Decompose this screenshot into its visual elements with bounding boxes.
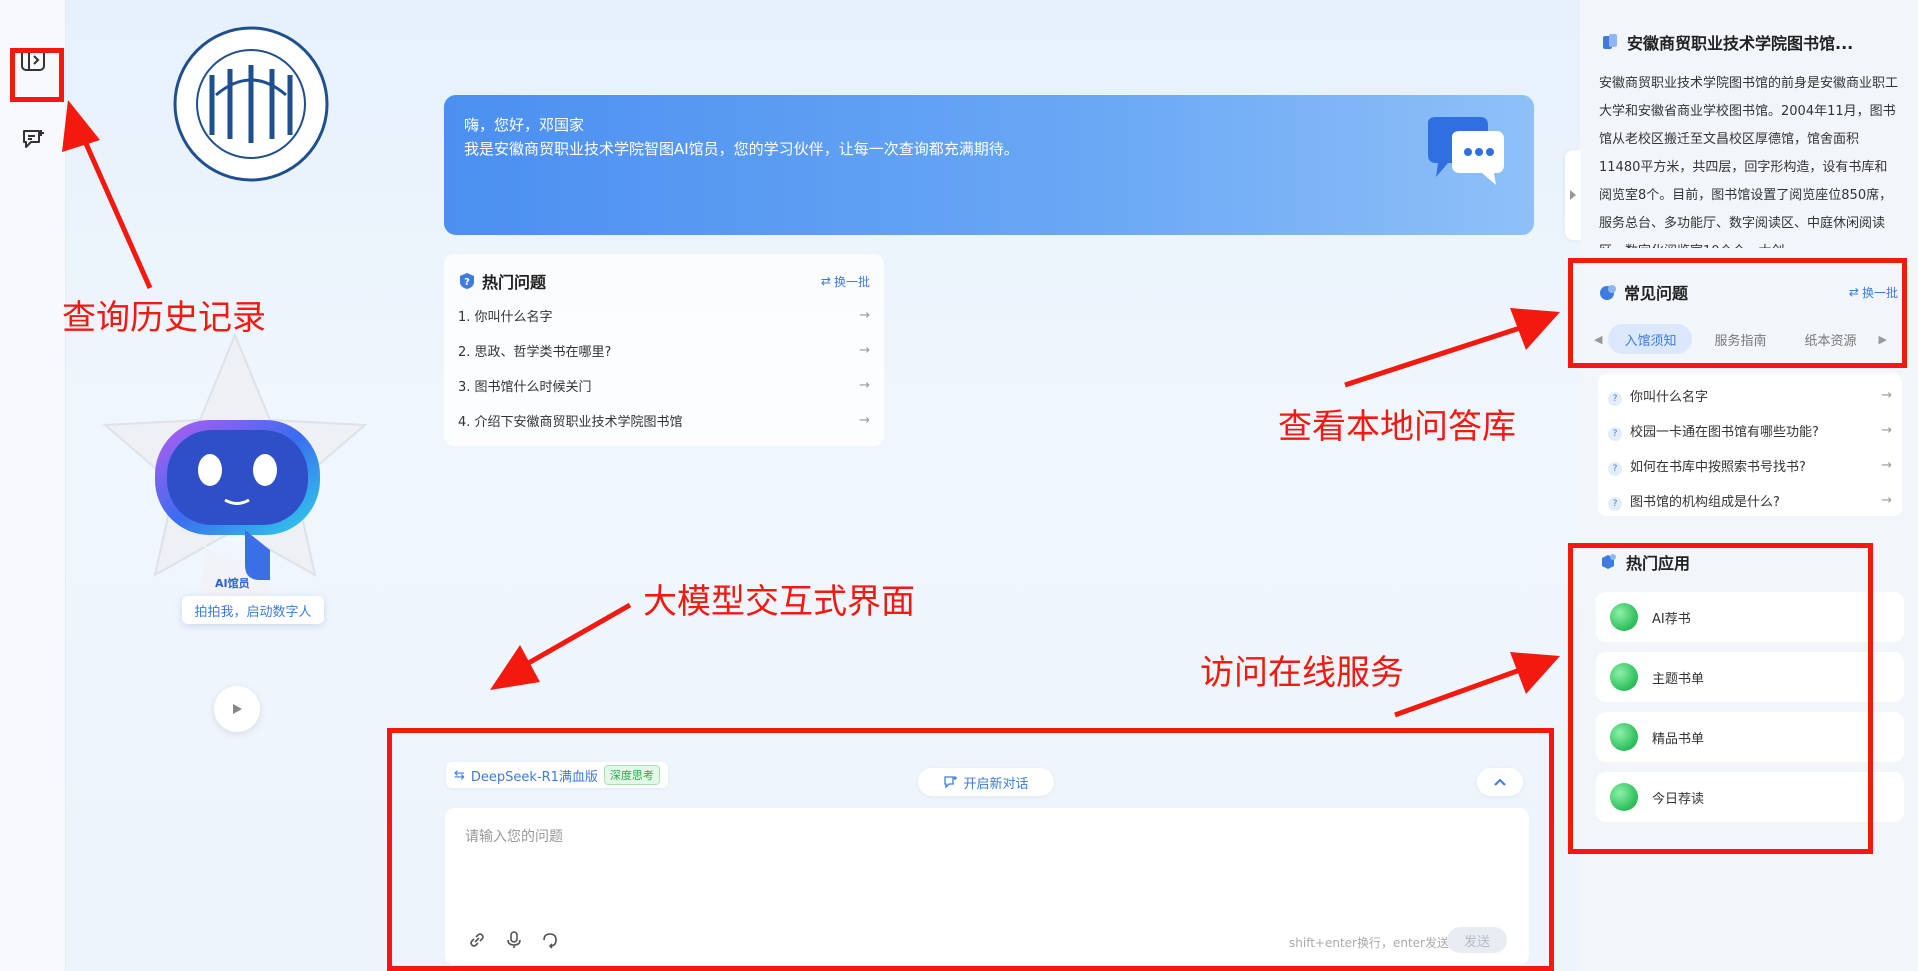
annotation-label-history: 查询历史记录 xyxy=(62,298,266,338)
faq-text: 你叫什么名字 xyxy=(1630,389,1709,405)
question-mark-icon: ? xyxy=(1608,461,1622,476)
arrow-right-icon: → xyxy=(859,413,870,428)
library-icon xyxy=(1603,34,1617,49)
right-panel-toggle[interactable] xyxy=(1565,150,1581,240)
svg-text:?: ? xyxy=(464,277,470,288)
hot-questions-card: ? 热门问题 ⇄ 换一批 1. 你叫什么名字 → 2. 思政、哲学类书在哪里? → … xyxy=(444,254,884,446)
annotation-label-local-qa: 查看本地问答库 xyxy=(1278,407,1516,447)
faq-text: 校园一卡通在图书馆有哪些功能? xyxy=(1630,424,1819,440)
arrow-right-icon: → xyxy=(859,343,870,358)
arrow-right-icon: → xyxy=(1881,493,1892,508)
annotation-box-local-qa xyxy=(1568,258,1907,368)
question-mark-icon: ? xyxy=(1608,496,1622,511)
start-digital-human-button[interactable]: 拍拍我，启动数字人 xyxy=(182,596,324,624)
arrow-right-icon: → xyxy=(1881,458,1892,473)
library-title: 安徽商贸职业技术学院图书馆... xyxy=(1601,30,1853,54)
hot-questions-title: 热门问题 xyxy=(482,273,547,292)
refresh-icon: ⇄ xyxy=(820,274,831,288)
arrow-right-icon: → xyxy=(859,378,870,393)
question-mark-icon: ? xyxy=(1608,426,1622,441)
triangle-right-icon xyxy=(1570,190,1576,200)
annotation-box-llm xyxy=(387,728,1554,971)
hot-question-item[interactable]: 1. 你叫什么名字 → xyxy=(458,298,870,333)
banner-intro: 我是安徽商贸职业技术学院智图AI馆员，您的学习伙伴，让每一次查询都充满期待。 xyxy=(464,140,1019,158)
banner-greeting: 嗨，您好，邓国家 xyxy=(464,116,585,134)
faq-item[interactable]: ? 校园一卡通在图书馆有哪些功能? → xyxy=(1608,413,1892,448)
faq-text: 图书馆的机构组成是什么? xyxy=(1630,494,1780,510)
annotation-label-online: 访问在线服务 xyxy=(1200,653,1404,693)
question-text: 4. 介绍下安徽商贸职业技术学院图书馆 xyxy=(458,415,683,430)
faq-item[interactable]: ? 图书馆的机构组成是什么? → xyxy=(1608,483,1892,518)
chat-bubble-icon xyxy=(1422,115,1508,191)
annotation-label-llm: 大模型交互式界面 xyxy=(643,582,915,622)
annotation-box-history xyxy=(10,48,64,102)
hot-question-icon: ? xyxy=(460,273,474,289)
question-text: 1. 你叫什么名字 xyxy=(458,310,553,325)
faq-item[interactable]: ? 如何在书库中按照索书号找书? → xyxy=(1608,448,1892,483)
college-logo xyxy=(172,25,330,183)
arrow-right-icon: → xyxy=(1881,388,1892,403)
question-mark-icon: ? xyxy=(1608,391,1622,406)
play-button[interactable] xyxy=(214,686,260,732)
welcome-banner: 嗨，您好，邓国家 我是安徽商贸职业技术学院智图AI馆员，您的学习伙伴，让每一次查… xyxy=(444,95,1534,235)
arrow-right-icon: → xyxy=(859,308,870,323)
play-icon xyxy=(233,704,242,714)
faq-list: ? 你叫什么名字 → ? 校园一卡通在图书馆有哪些功能? → ? 如何在书库中按照索书号找… xyxy=(1598,374,1902,516)
library-title-text: 安徽商贸职业技术学院图书馆... xyxy=(1627,34,1854,53)
arrow-right-icon: → xyxy=(1881,423,1892,438)
annotation-box-online-service xyxy=(1568,543,1873,854)
new-chat-icon[interactable] xyxy=(13,120,53,160)
hot-question-item[interactable]: 4. 介绍下安徽商贸职业技术学院图书馆 → xyxy=(458,403,870,438)
faq-text: 如何在书库中按照索书号找书? xyxy=(1630,459,1806,475)
hot-questions-refresh-button[interactable]: ⇄ 换一批 xyxy=(821,273,870,290)
question-text: 2. 思政、哲学类书在哪里? xyxy=(458,345,612,360)
mascot-label: AI馆员 xyxy=(215,577,250,590)
library-description: 安徽商贸职业技术学院图书馆的前身是安徽商业职工大学和安徽省商业学校图书馆。200… xyxy=(1599,76,1899,248)
question-text: 3. 图书馆什么时候关门 xyxy=(458,380,592,395)
hot-question-item[interactable]: 2. 思政、哲学类书在哪里? → xyxy=(458,333,870,368)
refresh-label: 换一批 xyxy=(833,274,870,289)
hot-question-item[interactable]: 3. 图书馆什么时候关门 → xyxy=(458,368,870,403)
faq-item[interactable]: ? 你叫什么名字 → xyxy=(1608,378,1892,413)
